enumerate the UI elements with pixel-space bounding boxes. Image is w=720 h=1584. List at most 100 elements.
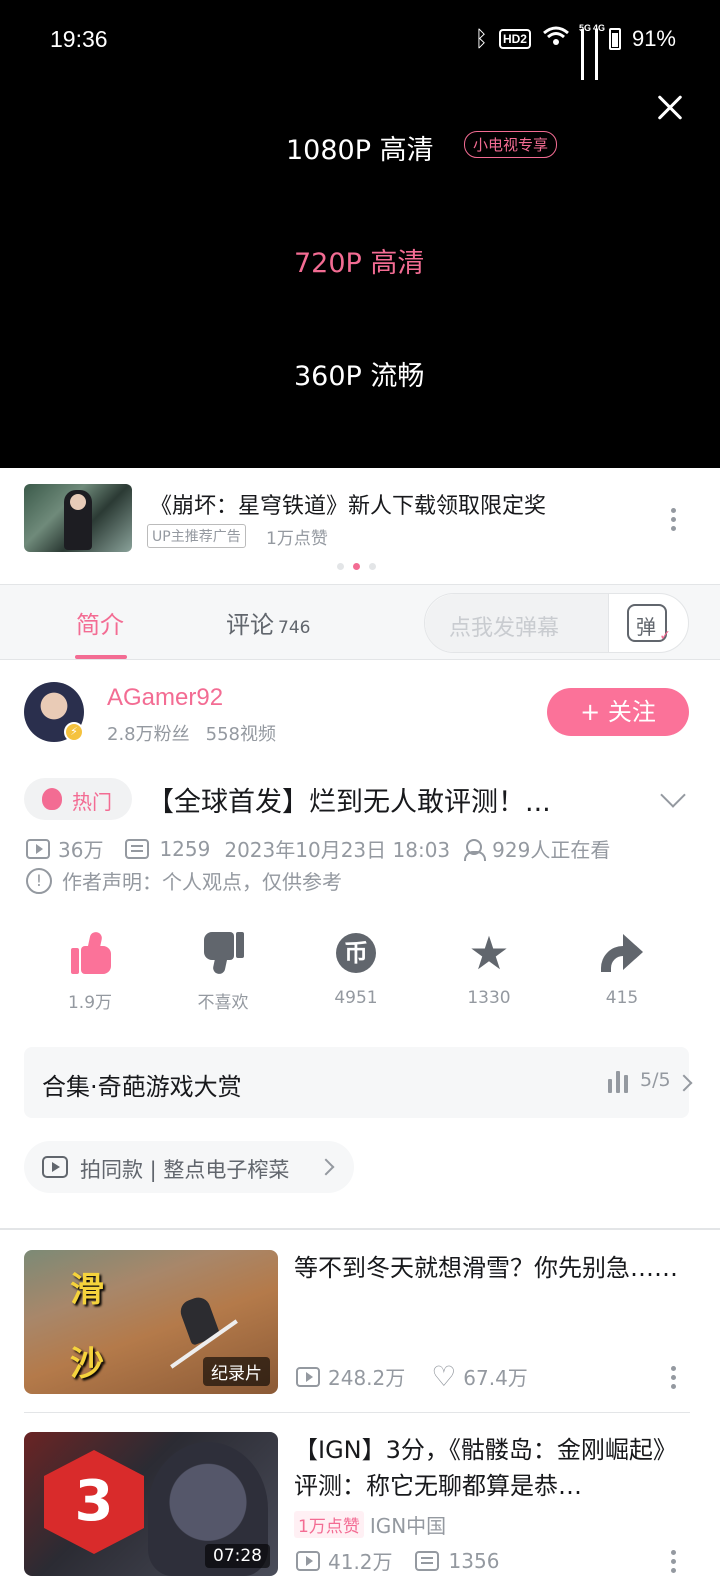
danmaku-toggle-button[interactable]: 弹 ✓	[627, 604, 671, 644]
signal-4g-icon: 4G	[593, 23, 605, 80]
info-icon: !	[26, 867, 52, 894]
dislike-button[interactable]: 不喜欢	[168, 930, 278, 1013]
coin-button[interactable]: 币 4951	[301, 930, 411, 1008]
more-icon[interactable]	[671, 1366, 677, 1392]
chevron-right-icon	[317, 1158, 335, 1176]
ign-score-badge: 3	[44, 1450, 144, 1554]
danmaku-count-icon	[125, 838, 150, 859]
video-thumbnail[interactable]: 3 07:28	[24, 1432, 278, 1576]
coin-icon: 币	[336, 933, 376, 973]
uploader-fans: 2.8万粉丝	[107, 724, 190, 745]
video-thumbnail[interactable]: 滑 沙 纪录片	[24, 1250, 278, 1394]
dislike-label: 不喜欢	[197, 993, 249, 1013]
declaration-text: 作者声明：个人观点，仅供参考	[62, 870, 342, 894]
thumb-caption: 滑	[70, 1270, 104, 1310]
share-button[interactable]: 415	[567, 930, 677, 1008]
quality-option-1080p[interactable]: 1080P 高清	[286, 128, 434, 167]
collection-progress: 5/5	[640, 1069, 671, 1091]
thumb-down-icon	[204, 932, 244, 976]
video-player[interactable]: 19:36 ᛒ HD2 5G 4G 91% 1080P 高清 小电视专享 720…	[0, 0, 720, 468]
duration-badge: 07:28	[205, 1544, 270, 1568]
section-divider	[0, 1228, 720, 1230]
favorite-button[interactable]: ★ 1330	[434, 930, 544, 1008]
video-camera-icon	[42, 1156, 68, 1178]
more-icon[interactable]	[671, 1550, 677, 1576]
quality-option-360p[interactable]: 360P 流畅	[294, 354, 424, 393]
rec-title[interactable]: 【IGN】3分，《骷髅岛：金刚崛起》评测：称它无聊都算是恭…	[294, 1432, 690, 1504]
chevron-down-icon[interactable]	[660, 782, 686, 808]
rec-danmaku: 1356	[448, 1548, 500, 1573]
favorite-count: 1330	[467, 988, 511, 1008]
star-icon: ★	[468, 926, 510, 980]
bluetooth-icon: ᛒ	[474, 26, 488, 51]
watching-count: 929人正在看	[492, 838, 611, 862]
wifi-icon	[542, 26, 570, 52]
hot-tag-label: 热门	[72, 790, 112, 814]
list-item[interactable]: 3 07:28 【IGN】3分，《骷髅岛：金刚崛起》评测：称它无聊都算是恭… 1…	[0, 1432, 720, 1584]
status-icons: ᛒ HD2 5G 4G 91%	[474, 23, 676, 80]
like-count: 1.9万	[67, 993, 113, 1013]
author-declaration: ! 作者声明：个人观点，仅供参考	[26, 866, 342, 895]
rec-likes: 67.4万	[463, 1366, 528, 1390]
category-badge: 纪录片	[203, 1357, 270, 1386]
play-count-icon	[26, 838, 50, 859]
rec-title[interactable]: 等不到冬天就想滑雪？你先别急……	[294, 1250, 690, 1286]
playlist-icon	[608, 1071, 628, 1093]
rec-author[interactable]: IGN中国	[370, 1510, 446, 1539]
danmaku-toggle-label: 弹	[636, 615, 656, 639]
uploader-videos: 558视频	[205, 724, 276, 745]
danmaku-count-icon	[414, 1550, 439, 1571]
signal-5g-icon: 5G	[579, 23, 591, 80]
danmaku-count: 1259	[159, 836, 211, 861]
people-icon	[464, 838, 487, 861]
battery-icon	[608, 28, 621, 50]
rec-sub: 1万点赞 IGN中国	[294, 1510, 446, 1539]
ad-more-icon[interactable]	[671, 508, 677, 534]
rec-views: 41.2万	[328, 1550, 393, 1574]
ad-page-indicator	[337, 563, 376, 570]
uploader-stats: 2.8万粉丝 558视频	[107, 720, 276, 746]
play-count-icon	[296, 1366, 320, 1387]
follow-button[interactable]: + 关注	[547, 688, 689, 736]
rec-views: 248.2万	[328, 1366, 406, 1390]
quality-vip-badge: 小电视专享	[464, 131, 558, 158]
list-divider	[24, 1412, 690, 1413]
danmaku-input[interactable]: 点我发弹幕	[425, 594, 609, 652]
hot-tag[interactable]: 热门	[24, 778, 132, 820]
tab-comments-label: 评论	[226, 611, 274, 639]
rec-stats: 41.2万 1356	[296, 1546, 499, 1575]
danmaku-placeholder: 点我发弹幕	[449, 616, 560, 641]
collection-card[interactable]: 合集·奇葩游戏大赏 5/5	[24, 1047, 693, 1118]
ad-tag: UP主推荐广告	[147, 524, 246, 548]
video-title[interactable]: 【全球首发】烂到无人敢评测！...	[147, 780, 551, 819]
view-count: 36万	[58, 838, 104, 862]
list-item[interactable]: 滑 沙 纪录片 等不到冬天就想滑雪？你先别急…… 248.2万 67.4万	[0, 1250, 720, 1400]
close-icon[interactable]	[650, 88, 690, 128]
like-button[interactable]: 1.9万	[35, 930, 145, 1013]
status-bar: 19:36 ᛒ HD2 5G 4G 91%	[0, 0, 720, 80]
status-time: 19:36	[50, 26, 108, 52]
heart-icon	[431, 1360, 456, 1393]
like-tag: 1万点赞	[294, 1511, 364, 1538]
coin-count: 4951	[334, 988, 378, 1008]
ad-thumbnail[interactable]	[24, 484, 132, 552]
thumb-up-icon	[71, 930, 111, 974]
tab-intro[interactable]: 简介	[76, 605, 124, 640]
danmaku-bar: 点我发弹幕 弹 ✓	[424, 593, 689, 653]
rec-stats: 248.2万 67.4万	[296, 1360, 528, 1393]
tab-indicator	[75, 655, 127, 659]
hd-voice-icon: HD2	[498, 29, 531, 49]
video-meta: 36万 1259 2023年10月23日 18:03 929人正在看	[26, 834, 610, 863]
ad-title[interactable]: 《崩坏：星穹铁道》新人下载领取限定奖	[150, 488, 546, 520]
thumb-caption: 沙	[70, 1344, 104, 1384]
publish-date: 2023年10月23日 18:03	[224, 838, 451, 862]
battery-level: 91%	[631, 26, 676, 51]
tab-comments[interactable]: 评论 746	[226, 605, 310, 640]
share-count: 415	[605, 988, 639, 1008]
same-style-button[interactable]: 拍同款 | 整点电子榨菜	[24, 1141, 354, 1193]
chevron-right-icon	[675, 1074, 693, 1092]
uploader-name[interactable]: AGamer92	[107, 684, 223, 712]
share-icon	[601, 934, 643, 972]
quality-option-720p[interactable]: 720P 高清	[294, 241, 424, 280]
ad-card[interactable]: 《崩坏：星穹铁道》新人下载领取限定奖 UP主推荐广告 1万点赞	[0, 468, 720, 583]
